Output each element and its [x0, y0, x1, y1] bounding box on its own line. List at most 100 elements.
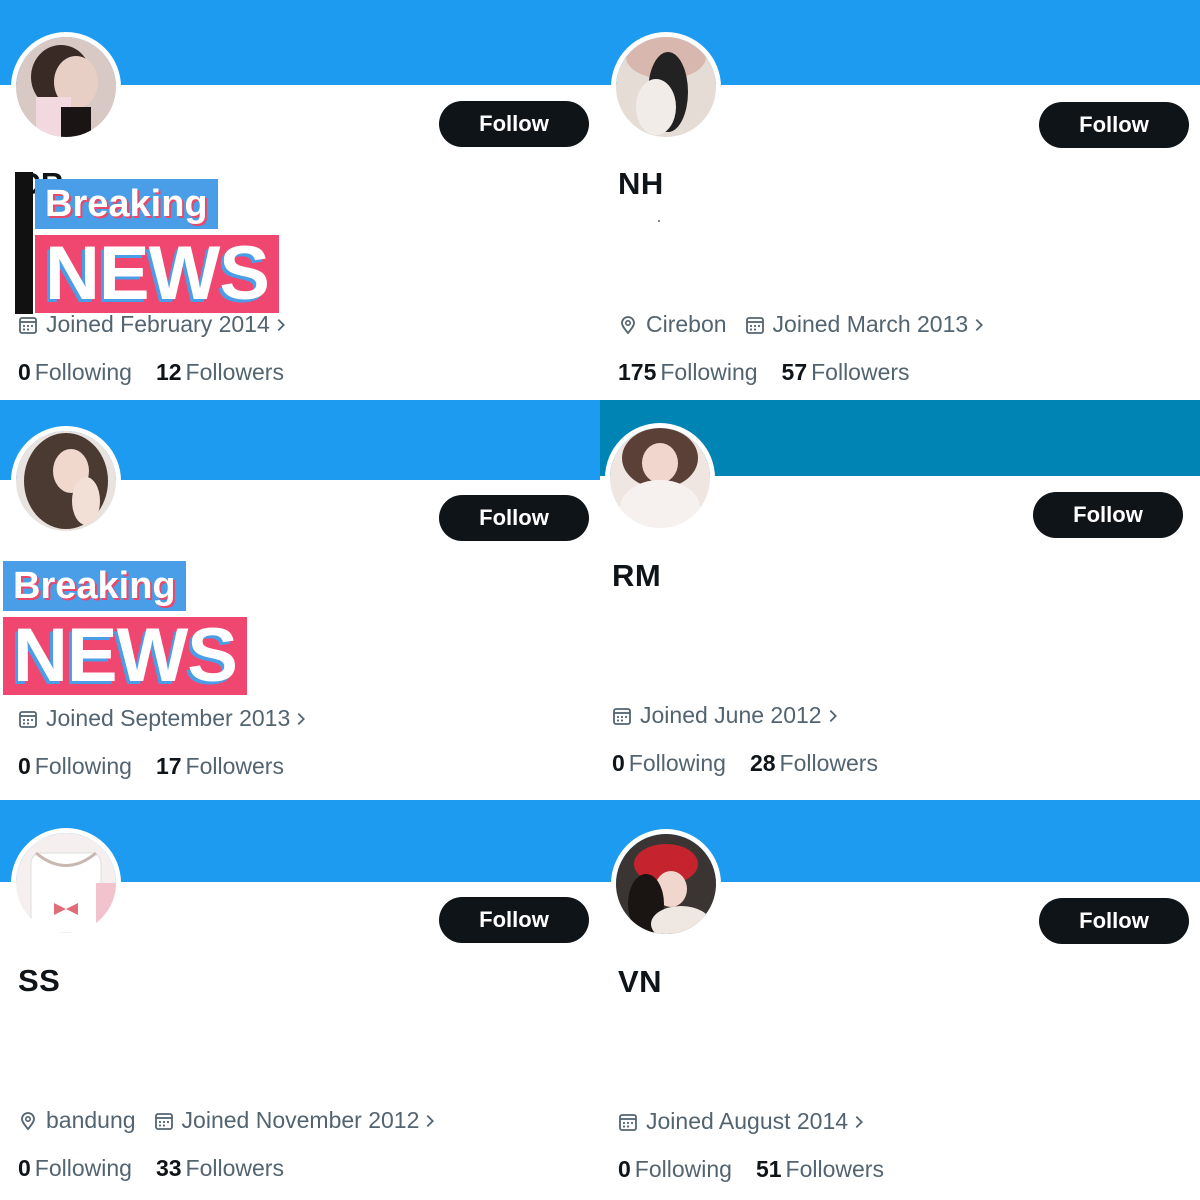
breaking-label: Breaking: [35, 179, 218, 229]
joined-text: Joined September 2013: [46, 705, 291, 731]
joined-date: Joined June 2012: [612, 702, 850, 729]
breaking-news-overlay: Breaking NEWS: [35, 179, 279, 313]
joined-date: Joined March 2013: [745, 311, 997, 338]
news-label: NEWS: [35, 235, 279, 313]
followers-stat[interactable]: 57 Followers: [782, 359, 910, 386]
followers-count: 33: [155, 1155, 182, 1181]
followers-count: 57: [781, 359, 808, 385]
follow-button[interactable]: Follow: [439, 897, 589, 943]
following-stat[interactable]: 0 Following: [612, 750, 726, 777]
location-pin-icon: [21, 1111, 35, 1130]
following-stat[interactable]: 0 Following: [618, 1156, 732, 1183]
follow-button[interactable]: Follow: [1039, 102, 1189, 148]
profile-meta: bandung Joined November 2012: [18, 1107, 465, 1134]
following-count: 0: [18, 753, 31, 779]
profile-meta: Joined August 2014: [618, 1108, 894, 1135]
joined-date: Joined November 2012: [154, 1107, 448, 1134]
breaking-label: Breaking: [3, 561, 186, 611]
chevron-right-icon[interactable]: [272, 316, 298, 334]
following-stat[interactable]: 0 Following: [18, 359, 132, 386]
breaking-news-overlay: Breaking NEWS: [3, 561, 247, 695]
following-label: Following: [34, 359, 132, 385]
profile-meta: Joined September 2013: [18, 705, 336, 732]
followers-label: Followers: [185, 753, 284, 779]
following-label: Following: [660, 359, 758, 385]
calendar-icon: [619, 1113, 637, 1131]
bio-dot: [658, 220, 660, 222]
display-name: RM: [612, 558, 662, 593]
followers-label: Followers: [785, 1156, 884, 1182]
location-text: Cirebon: [646, 311, 727, 337]
chevron-right-icon[interactable]: [824, 707, 850, 725]
followers-stat[interactable]: 17 Followers: [156, 753, 284, 780]
following-count: 0: [612, 750, 625, 776]
joined-date: Joined August 2014: [618, 1108, 876, 1135]
following-stat[interactable]: 0 Following: [18, 753, 132, 780]
followers-stat[interactable]: 51 Followers: [756, 1156, 884, 1183]
avatar[interactable]: [11, 828, 121, 938]
joined-text: Joined June 2012: [640, 702, 822, 728]
avatar-photo-icon: [616, 834, 716, 934]
follow-button[interactable]: Follow: [439, 101, 589, 147]
joined-text: Joined August 2014: [646, 1108, 849, 1134]
avatar-photo-icon: [16, 833, 116, 933]
following-label: Following: [634, 1156, 732, 1182]
follow-stats: 0 Following 33 Followers: [18, 1155, 308, 1182]
followers-stat[interactable]: 33 Followers: [156, 1155, 284, 1182]
followers-label: Followers: [779, 750, 878, 776]
profile-card-cr: Follow CR Breaking NEWS Joined February …: [0, 0, 600, 400]
overlay-bar: [15, 172, 33, 314]
following-count: 175: [618, 359, 657, 385]
follow-button[interactable]: Follow: [439, 495, 589, 541]
avatar-photo-icon: [16, 37, 116, 137]
joined-date: Joined February 2014: [18, 311, 298, 338]
avatar[interactable]: [11, 32, 121, 142]
calendar-icon: [745, 316, 764, 334]
following-label: Following: [628, 750, 726, 776]
followers-count: 28: [749, 750, 776, 776]
joined-text: Joined March 2013: [772, 311, 969, 337]
profile-card-ss: Follow SS bandung Joined November 2012 0…: [0, 800, 600, 1200]
location-text: bandung: [46, 1107, 136, 1133]
following-label: Following: [34, 1155, 132, 1181]
follow-button[interactable]: Follow: [1033, 492, 1183, 538]
profile-card-nh: Follow NH Cirebon Joined March 2013 175 F…: [600, 0, 1200, 400]
follow-button[interactable]: Follow: [1039, 898, 1189, 944]
display-name: NH: [618, 166, 664, 201]
location: bandung: [18, 1107, 136, 1134]
followers-label: Followers: [185, 359, 284, 385]
display-name: VN: [618, 964, 663, 999]
avatar-photo-icon: [616, 37, 716, 137]
followers-label: Followers: [811, 359, 910, 385]
calendar-icon: [19, 710, 37, 728]
location: Cirebon: [618, 311, 727, 338]
calendar-icon: [613, 707, 631, 725]
following-stat[interactable]: 0 Following: [18, 1155, 132, 1182]
profile-card-vn: Follow VN Joined August 2014 0 Following …: [600, 800, 1200, 1200]
followers-count: 17: [155, 753, 182, 779]
avatar[interactable]: [611, 829, 721, 939]
calendar-icon: [19, 316, 37, 334]
calendar-icon: [154, 1112, 173, 1130]
following-count: 0: [618, 1156, 631, 1182]
follow-stats: 0 Following 17 Followers: [18, 753, 308, 780]
chevron-right-icon[interactable]: [850, 1113, 876, 1131]
joined-text: Joined February 2014: [46, 311, 270, 337]
following-count: 0: [18, 1155, 31, 1181]
profile-meta: Cirebon Joined March 2013: [618, 311, 1014, 338]
avatar-photo-icon: [610, 428, 710, 528]
follow-stats: 0 Following 28 Followers: [612, 750, 902, 777]
profile-meta: Joined June 2012: [612, 702, 868, 729]
avatar[interactable]: [11, 426, 121, 536]
location-pin-icon: [621, 315, 635, 334]
avatar[interactable]: [611, 32, 721, 142]
chevron-right-icon[interactable]: [292, 710, 318, 728]
following-stat[interactable]: 175 Following: [618, 359, 758, 386]
followers-count: 12: [155, 359, 182, 385]
chevron-right-icon[interactable]: [421, 1112, 447, 1130]
avatar[interactable]: [605, 423, 715, 533]
followers-stat[interactable]: 12 Followers: [156, 359, 284, 386]
followers-stat[interactable]: 28 Followers: [750, 750, 878, 777]
followers-label: Followers: [185, 1155, 284, 1181]
chevron-right-icon[interactable]: [970, 316, 996, 334]
